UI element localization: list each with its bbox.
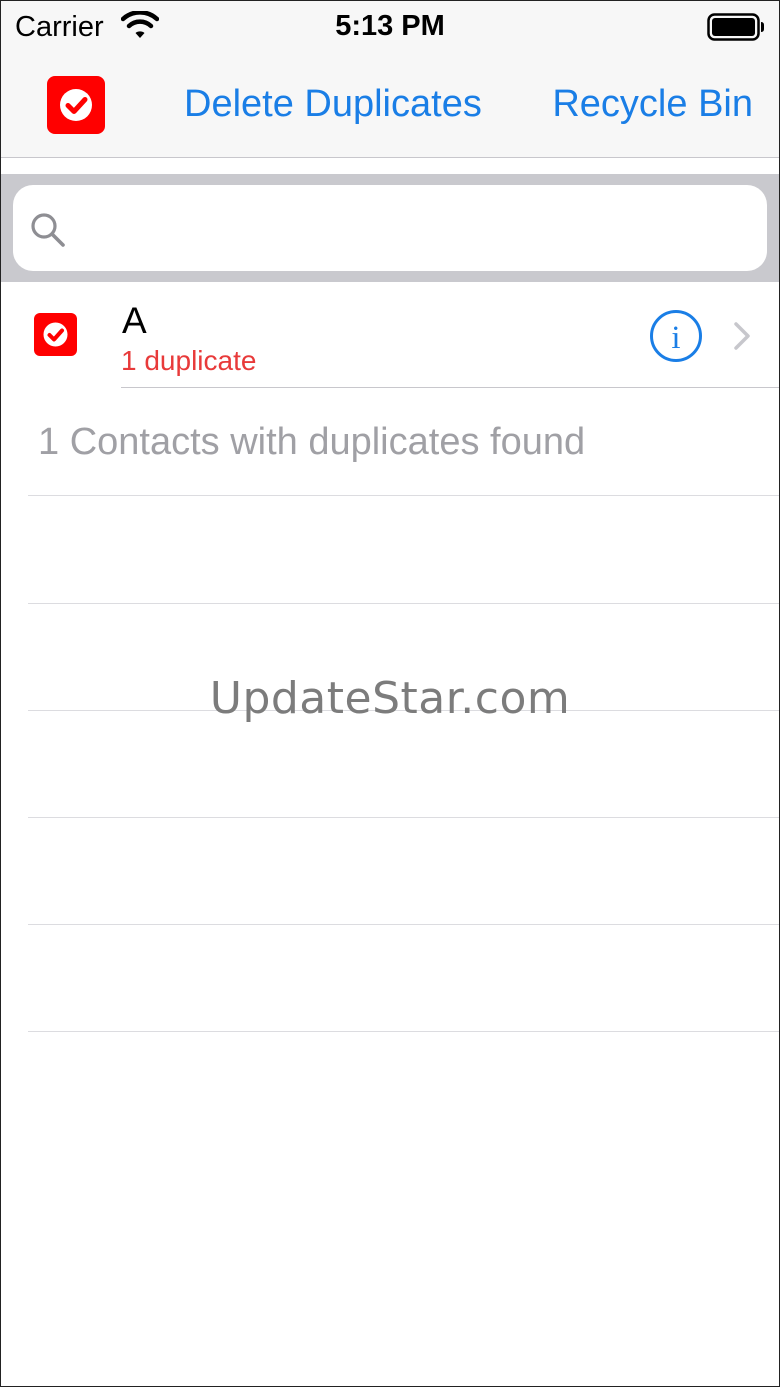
contact-row[interactable]: A 1 duplicate i [1,282,779,389]
recycle-bin-button[interactable]: Recycle Bin [552,83,753,126]
status-time: 5:13 PM [335,10,445,42]
watermark: UpdateStar.com [209,673,571,724]
search-icon [29,211,67,249]
table-divider [28,924,779,925]
duplicate-count: 1 duplicate [121,345,257,376]
table-divider [28,817,779,818]
search-input[interactable] [77,185,751,273]
contact-checkbox[interactable] [34,313,77,356]
select-all-check-icon [60,89,92,121]
battery-icon [707,13,765,41]
chevron-right-icon [732,320,752,352]
check-icon [43,322,68,347]
svg-text:i: i [671,320,680,356]
table-divider [28,1031,779,1032]
contact-name: A [122,300,147,341]
select-all-checkbox[interactable] [47,76,105,134]
row-divider [121,387,779,388]
search-bar [1,174,779,282]
table-divider [28,603,779,604]
table-divider [28,495,779,496]
search-field[interactable] [13,185,767,273]
navigation-bar: Delete Duplicates Recycle Bin [1,53,779,158]
app-screen: Carrier 5:13 PM Delete Duplicates Recycl… [0,0,780,1387]
delete-duplicates-button[interactable]: Delete Duplicates [184,83,482,126]
summary-text: 1 Contacts with duplicates found [38,421,586,463]
info-icon[interactable]: i [649,309,703,363]
status-bar: Carrier 5:13 PM [1,1,779,53]
